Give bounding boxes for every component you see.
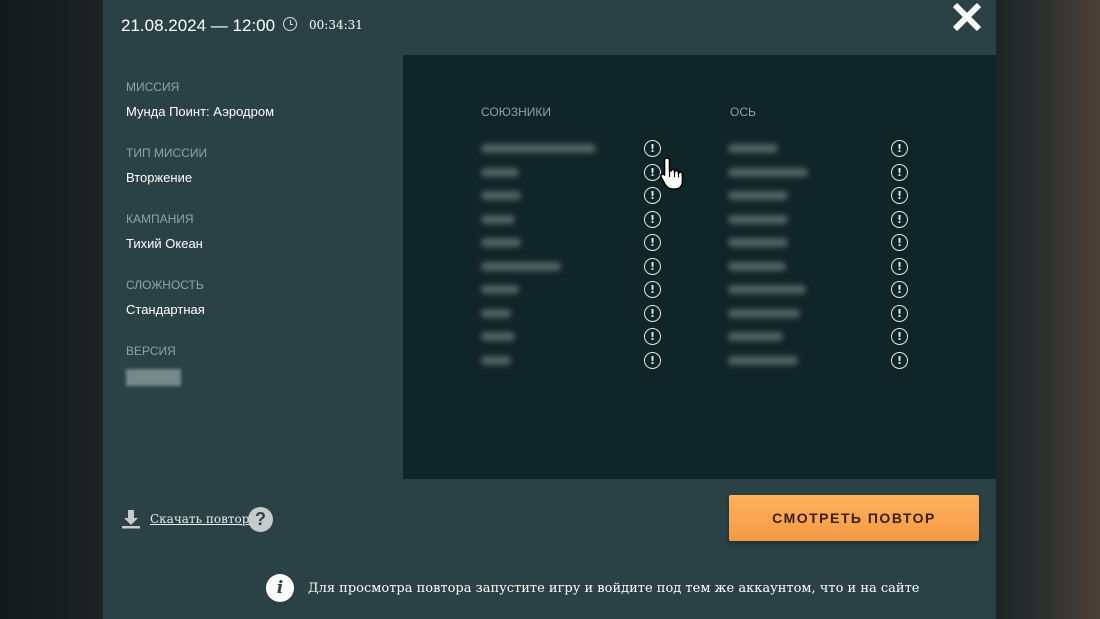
download-replay-label[interactable]: Скачать повтор bbox=[150, 512, 249, 526]
mission-type-label: ТИП МИССИИ bbox=[126, 146, 208, 160]
ally-player-info-icon[interactable]: ! bbox=[644, 328, 661, 345]
replay-notice-text: Для просмотра повтора запустите игру и в… bbox=[308, 580, 920, 596]
axis-player-name-redacted bbox=[728, 285, 806, 294]
axis-player-info-icon[interactable]: ! bbox=[891, 351, 908, 369]
axis-player-name-redacted bbox=[728, 261, 786, 271]
ally-player-info-icon[interactable]: ! bbox=[644, 257, 661, 275]
replay-notice: i Для просмотра повтора запустите игру и… bbox=[266, 574, 919, 602]
axis-player-info-icon[interactable]: ! bbox=[891, 234, 908, 251]
replay-datetime: 21.08.2024 — 12:00 bbox=[121, 16, 276, 35]
axis-player-info-icon[interactable]: ! bbox=[891, 257, 908, 275]
background-right bbox=[996, 0, 1100, 619]
ally-player-info-icon[interactable]: ! bbox=[644, 304, 661, 322]
axis-player-name-redacted bbox=[728, 238, 788, 247]
ally-player-name-redacted bbox=[481, 144, 596, 153]
axis-player-name-redacted bbox=[728, 355, 798, 365]
close-icon[interactable] bbox=[949, 0, 985, 36]
background-left bbox=[0, 0, 103, 619]
axis-player-name-redacted bbox=[728, 214, 788, 224]
ally-player-name-redacted bbox=[481, 167, 519, 177]
axis-player-name-redacted bbox=[728, 191, 788, 200]
modal-header: 21.08.2024 — 12:00 00:34:31 bbox=[103, 0, 996, 55]
replay-duration: 00:34:31 bbox=[309, 18, 363, 32]
campaign-label: КАМПАНИЯ bbox=[126, 212, 194, 226]
ally-player-name-redacted bbox=[481, 332, 515, 341]
watch-replay-button[interactable]: СМОТРЕТЬ ПОВТОР bbox=[729, 495, 979, 541]
ally-player-info-icon[interactable]: ! bbox=[644, 351, 661, 369]
mission-type-value: Вторжение bbox=[126, 170, 193, 185]
ally-player-info-icon[interactable]: ! bbox=[644, 234, 661, 251]
axis-player-info-icon[interactable]: ! bbox=[891, 187, 908, 204]
axis-player-info-icon[interactable]: ! bbox=[891, 281, 908, 298]
ally-player-info-icon[interactable]: ! bbox=[644, 281, 661, 298]
ally-player-name-redacted bbox=[481, 238, 521, 247]
axis-player-info-icon[interactable]: ! bbox=[891, 328, 908, 345]
version-value-redacted bbox=[126, 369, 181, 386]
axis-player-info-icon[interactable]: ! bbox=[891, 304, 908, 322]
ally-player-name-redacted bbox=[481, 355, 511, 365]
allies-header: СОЮЗНИКИ bbox=[481, 105, 552, 119]
ally-player-name-redacted bbox=[481, 191, 521, 200]
players-panel: СОЮЗНИКИ ОСЬ !!!!!!!!!!!!!!!!!!!! bbox=[403, 55, 996, 479]
axis-player-info-icon[interactable]: ! bbox=[891, 210, 908, 228]
mission-info-panel: МИССИЯ Мунда Поинт: Аэродром ТИП МИССИИ … bbox=[103, 55, 403, 479]
replay-modal: 21.08.2024 — 12:00 00:34:31 МИССИЯ Мунда… bbox=[103, 0, 996, 619]
clock-icon bbox=[283, 17, 297, 31]
mission-value: Мунда Поинт: Аэродром bbox=[126, 104, 275, 119]
modal-footer: Скачать повтор ? СМОТРЕТЬ ПОВТОР i Для п… bbox=[103, 479, 996, 619]
difficulty-label: СЛОЖНОСТЬ bbox=[126, 278, 204, 292]
ally-player-name-redacted bbox=[481, 261, 561, 271]
ally-player-name-redacted bbox=[481, 308, 511, 318]
axis-player-name-redacted bbox=[728, 167, 808, 177]
axis-header: ОСЬ bbox=[730, 105, 756, 119]
hand-pointer-icon bbox=[659, 157, 684, 190]
ally-player-name-redacted bbox=[481, 285, 519, 294]
difficulty-value: Стандартная bbox=[126, 302, 205, 317]
axis-player-name-redacted bbox=[728, 144, 778, 153]
axis-player-info-icon[interactable]: ! bbox=[891, 163, 908, 181]
axis-player-info-icon[interactable]: ! bbox=[891, 140, 908, 157]
version-label: ВЕРСИЯ bbox=[126, 344, 176, 358]
download-icon bbox=[122, 510, 140, 529]
mission-label: МИССИЯ bbox=[126, 80, 180, 94]
campaign-value: Тихий Океан bbox=[126, 236, 203, 251]
axis-player-name-redacted bbox=[728, 332, 783, 341]
ally-player-info-icon[interactable]: ! bbox=[644, 210, 661, 228]
ally-player-name-redacted bbox=[481, 214, 515, 224]
help-icon[interactable]: ? bbox=[248, 507, 273, 532]
axis-player-name-redacted bbox=[728, 308, 800, 318]
info-icon: i bbox=[266, 574, 294, 602]
download-replay-link[interactable]: Скачать повтор bbox=[121, 509, 249, 529]
